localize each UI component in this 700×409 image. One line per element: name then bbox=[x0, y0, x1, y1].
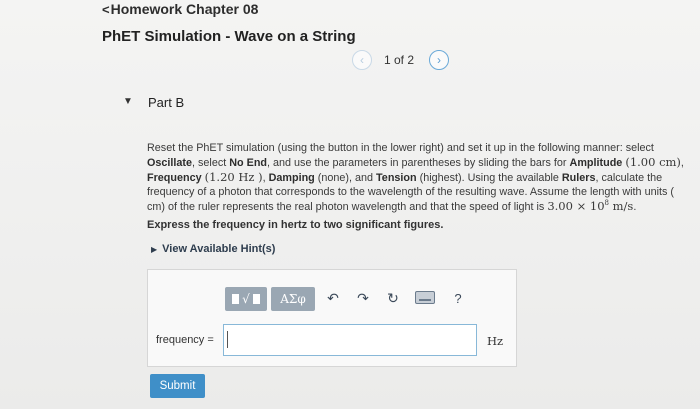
symbols-button[interactable]: ΑΣφ bbox=[271, 287, 315, 311]
view-hints-link[interactable]: ▶ View Available Hint(s) bbox=[151, 243, 275, 255]
amplitude-value: (1.00 cm) bbox=[625, 154, 681, 169]
keyboard-key-row bbox=[419, 299, 431, 301]
frequency-value: (1.20 Hz ) bbox=[204, 169, 263, 184]
undo-icon[interactable]: ↶ bbox=[324, 289, 342, 307]
answer-instruction: Express the frequency in hertz to two si… bbox=[147, 219, 444, 231]
frequency-input[interactable] bbox=[224, 325, 476, 355]
part-title: Part B bbox=[148, 95, 185, 110]
chevron-right-icon: › bbox=[437, 53, 441, 67]
back-link-homework[interactable]: <Homework Chapter 08 bbox=[102, 1, 258, 17]
text-caret bbox=[227, 331, 228, 348]
answer-unit: Hz bbox=[487, 334, 504, 348]
speed-of-light-value: 3.00 × 108 m/s bbox=[547, 199, 633, 213]
reset-icon[interactable]: ↻ bbox=[384, 289, 402, 307]
damping-term: Damping bbox=[268, 171, 315, 184]
part-collapse-toggle-icon[interactable]: ▼ bbox=[123, 96, 133, 107]
oscillate-term: Oscillate bbox=[147, 156, 193, 169]
redo-icon[interactable]: ↷ bbox=[354, 289, 372, 307]
chevron-left-icon: < bbox=[102, 2, 110, 17]
radical-icon: √ bbox=[242, 292, 250, 306]
next-item-button[interactable]: › bbox=[429, 50, 449, 70]
frequency-label: frequency = bbox=[156, 334, 214, 346]
view-hints-label: View Available Hint(s) bbox=[162, 243, 276, 255]
submit-button[interactable]: Submit bbox=[150, 374, 205, 398]
frequency-answer-field[interactable] bbox=[223, 324, 477, 356]
chevron-left-icon: ‹ bbox=[360, 53, 364, 67]
damping-value: (none), and bbox=[314, 171, 377, 184]
keyboard-icon[interactable] bbox=[415, 291, 435, 304]
question-segment: . bbox=[633, 200, 637, 213]
template-box-icon bbox=[232, 294, 240, 304]
question-segment: , and use the parameters in parentheses … bbox=[267, 156, 570, 169]
question-text: Reset the PhET simulation (using the but… bbox=[147, 142, 692, 215]
back-link-label: Homework Chapter 08 bbox=[110, 1, 259, 17]
no-end-term: No End bbox=[229, 156, 268, 169]
tension-value: (highest). Using the available bbox=[416, 171, 562, 184]
help-icon[interactable]: ? bbox=[450, 289, 466, 307]
pager-position: 1 of 2 bbox=[384, 53, 415, 67]
speed-of-light-unit: m/s bbox=[608, 198, 634, 213]
rulers-term: Rulers bbox=[561, 171, 596, 184]
speed-of-light-mantissa: 3.00 × 10 bbox=[547, 198, 605, 213]
tension-term: Tension bbox=[376, 171, 417, 184]
question-segment: , bbox=[680, 156, 684, 169]
question-segment: , select bbox=[192, 156, 230, 169]
page-title: PhET Simulation - Wave on a String bbox=[102, 28, 356, 45]
frequency-term: Frequency bbox=[147, 171, 202, 184]
prev-item-button[interactable]: ‹ bbox=[352, 50, 372, 70]
template-box-icon bbox=[252, 294, 260, 304]
triangle-right-icon: ▶ bbox=[151, 245, 158, 254]
question-segment: Reset the PhET simulation (using the but… bbox=[147, 142, 654, 154]
amplitude-term: Amplitude bbox=[569, 156, 623, 169]
templates-button[interactable]: √ bbox=[225, 287, 267, 311]
